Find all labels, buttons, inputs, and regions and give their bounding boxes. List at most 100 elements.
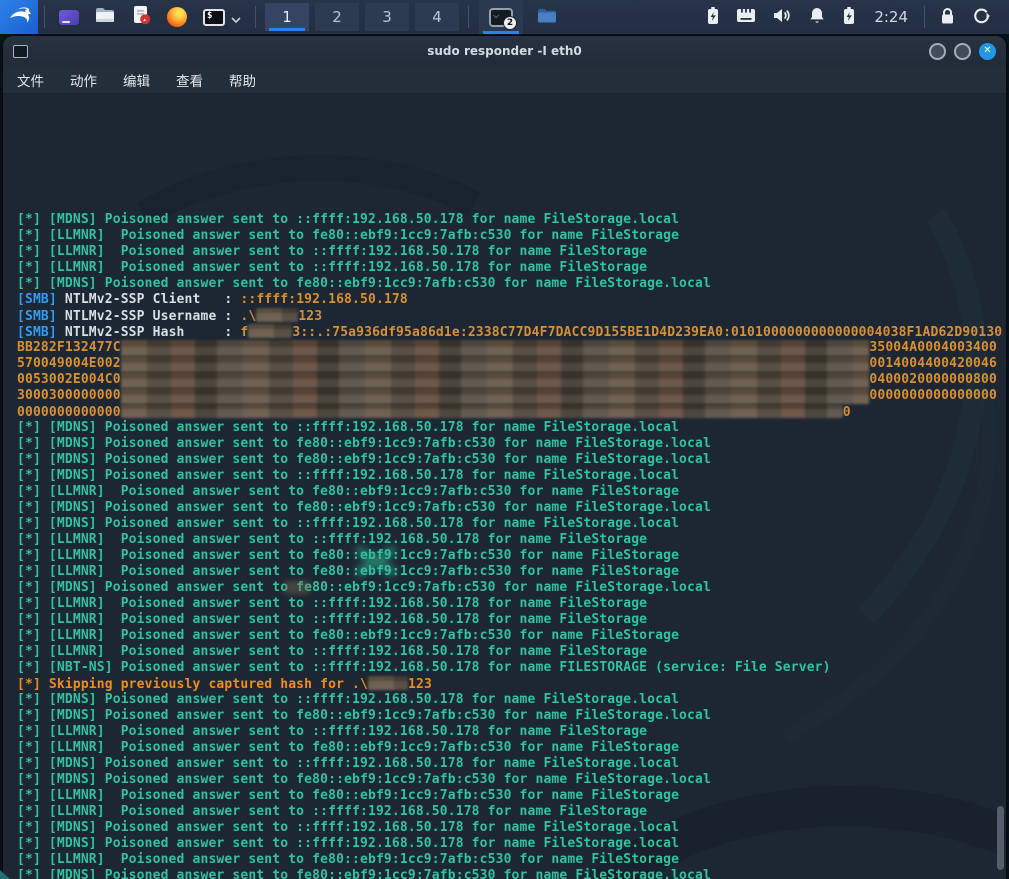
window-count-badge: 2 bbox=[503, 16, 517, 30]
terminal-text: [*] [LLMNR] Poisoned answer sent to ::ff… bbox=[17, 260, 647, 275]
menu-actions[interactable]: 动作 bbox=[70, 70, 97, 90]
window-title: sudo responder -I eth0 bbox=[3, 44, 1006, 58]
terminal-text: [*] [LLMNR] Poisoned answer sent to ::ff… bbox=[17, 724, 647, 739]
terminal-text: 570049004E002 bbox=[17, 356, 121, 372]
menu-view[interactable]: 查看 bbox=[176, 70, 203, 90]
terminal-line: [*] [LLMNR] Poisoned answer sent to fe80… bbox=[17, 788, 1006, 804]
applications-menu-button[interactable] bbox=[0, 0, 38, 34]
terminal-text: f bbox=[240, 325, 248, 340]
terminal-text: .\ bbox=[240, 309, 256, 324]
redaction-blur bbox=[121, 388, 870, 404]
terminal-line: [*] [MDNS] Poisoned answer sent to ::fff… bbox=[17, 756, 1006, 772]
terminal-line: [*] [LLMNR] Poisoned answer sent to fe80… bbox=[17, 484, 1006, 500]
terminal-text: BB282F132477C bbox=[17, 340, 121, 356]
workspace-1[interactable]: 1 bbox=[265, 3, 309, 31]
terminal-text: [*] [MDNS] Poisoned answer sent to fe80:… bbox=[17, 580, 711, 595]
terminal-line: [*] [LLMNR] Poisoned answer sent to fe80… bbox=[17, 852, 1006, 868]
workspace-3[interactable]: 3 bbox=[365, 3, 409, 31]
menu-file[interactable]: 文件 bbox=[17, 70, 44, 90]
panel-separator bbox=[924, 6, 925, 28]
menu-bar: 文件 动作 编辑 查看 帮助 bbox=[3, 66, 1006, 94]
taskbar-item-folder[interactable] bbox=[527, 0, 567, 34]
menu-help[interactable]: 帮助 bbox=[229, 70, 256, 90]
terminal-text: [*] [LLMNR] Poisoned answer sent to fe80… bbox=[17, 852, 679, 867]
notifications-indicator[interactable] bbox=[800, 0, 834, 34]
terminal-line: 570049004E0020014004400420046 bbox=[17, 356, 997, 372]
terminal-line: [*] [MDNS] Poisoned answer sent to ::fff… bbox=[17, 692, 1006, 708]
scrollbar-thumb[interactable] bbox=[997, 806, 1004, 870]
terminal-text: [*] [MDNS] Poisoned answer sent to fe80:… bbox=[17, 276, 711, 291]
terminal-text: [*] [LLMNR] Poisoned answer sent to fe80… bbox=[17, 228, 679, 243]
launcher-file-manager[interactable] bbox=[87, 0, 123, 34]
terminal-text: [*] [MDNS] Poisoned answer sent to ::fff… bbox=[17, 836, 679, 851]
terminal-line: [*] [MDNS] Poisoned answer sent to fe80:… bbox=[17, 580, 1006, 596]
window-app-icon bbox=[59, 10, 79, 25]
ethernet-icon bbox=[737, 8, 755, 27]
close-button[interactable]: ✕ bbox=[979, 43, 996, 60]
terminal-icon bbox=[203, 9, 225, 26]
power-manager-indicator[interactable] bbox=[834, 0, 864, 34]
launcher-text-editor[interactable] bbox=[123, 0, 159, 34]
terminal-line: 0053002E004C00400020000000800 bbox=[17, 372, 997, 388]
terminal-line: [*] [MDNS] Poisoned answer sent to ::fff… bbox=[17, 516, 1006, 532]
terminal-text: 0000000000000 bbox=[17, 405, 121, 420]
redaction-blur bbox=[368, 676, 408, 690]
terminal-text: [*] Skipping previously captured hash fo… bbox=[17, 677, 368, 692]
launcher-terminal[interactable] bbox=[195, 0, 249, 34]
lock-screen-button[interactable] bbox=[931, 0, 964, 34]
network-indicator[interactable] bbox=[728, 0, 764, 34]
terminal-text: [*] [LLMNR] Poisoned answer sent to ::ff… bbox=[17, 532, 647, 547]
terminal-text: [SMB] bbox=[17, 309, 57, 324]
maximize-button[interactable] bbox=[954, 43, 971, 60]
terminal-text: 123 bbox=[298, 309, 322, 324]
titlebar[interactable]: sudo responder -I eth0 ✕ bbox=[3, 36, 1006, 66]
launcher-app-window[interactable] bbox=[51, 0, 87, 34]
terminal-text: [*] [MDNS] Poisoned answer sent to fe80:… bbox=[17, 708, 711, 723]
terminal-text: [*] [MDNS] Poisoned answer sent to ::fff… bbox=[17, 692, 679, 707]
terminal-line: [*] [MDNS] Poisoned answer sent to ::fff… bbox=[17, 420, 1006, 436]
workspace-4[interactable]: 4 bbox=[415, 3, 459, 31]
firefox-icon bbox=[167, 7, 187, 27]
redaction-blur bbox=[248, 324, 292, 338]
terminal-text: [*] [LLMNR] Poisoned answer sent to ::ff… bbox=[17, 244, 647, 259]
panel-clock[interactable]: 2:24 bbox=[874, 8, 908, 26]
terminal-text: ::ffff:192.168.50.178 bbox=[240, 292, 408, 307]
redaction-blur bbox=[121, 340, 870, 356]
launcher-firefox[interactable] bbox=[159, 0, 195, 34]
workspace-2[interactable]: 2 bbox=[315, 3, 359, 31]
document-edit-icon bbox=[131, 5, 151, 29]
folder-icon bbox=[95, 7, 115, 27]
terminal-line: [*] [LLMNR] Poisoned answer sent to ::ff… bbox=[17, 612, 1006, 628]
terminal-text: [*] [MDNS] Poisoned answer sent to fe80:… bbox=[17, 772, 711, 787]
volume-indicator[interactable] bbox=[764, 0, 800, 34]
terminal-text: [*] [LLMNR] Poisoned answer sent to ::ff… bbox=[17, 644, 647, 659]
logout-button[interactable] bbox=[964, 0, 999, 34]
terminal-line: [*] [LLMNR] Poisoned answer sent to ::ff… bbox=[17, 644, 1006, 660]
terminal-text: [*] [LLMNR] Poisoned answer sent to ::ff… bbox=[17, 612, 647, 627]
terminal-text: [*] [LLMNR] Poisoned answer sent to fe80… bbox=[17, 788, 679, 803]
terminal-window: sudo responder -I eth0 ✕ 文件 动作 编辑 查看 帮助 … bbox=[3, 36, 1006, 879]
menu-edit[interactable]: 编辑 bbox=[123, 70, 150, 90]
minimize-button[interactable] bbox=[929, 43, 946, 60]
terminal-text: 0 bbox=[843, 405, 851, 420]
terminal-text: [*] [LLMNR] Poisoned answer sent to fe80… bbox=[17, 484, 679, 499]
terminal-text: [*] [LLMNR] Poisoned answer sent to fe80… bbox=[17, 628, 679, 643]
terminal-output[interactable]: [*] [MDNS] Poisoned answer sent to ::fff… bbox=[3, 94, 1006, 879]
terminal-line: [*] [LLMNR] Poisoned answer sent to ::ff… bbox=[17, 260, 1006, 276]
terminal-text: [*] [MDNS] Poisoned answer sent to ::fff… bbox=[17, 756, 679, 771]
terminal-line: [*] [MDNS] Poisoned answer sent to fe80:… bbox=[17, 276, 1006, 292]
panel-separator bbox=[44, 6, 45, 28]
terminal-text: [*] [MDNS] Poisoned answer sent to ::fff… bbox=[17, 212, 679, 227]
taskbar-item-terminal[interactable]: 2 bbox=[479, 0, 523, 34]
terminal-text: 3000300000000 bbox=[17, 388, 121, 404]
battery-indicator[interactable] bbox=[698, 0, 728, 34]
terminal-text: [SMB] bbox=[17, 325, 57, 340]
chevron-down-icon[interactable] bbox=[231, 8, 241, 27]
terminal-line: [*] [LLMNR] Poisoned answer sent to fe80… bbox=[17, 628, 1006, 644]
terminal-text: 0400020000000800 bbox=[869, 372, 997, 388]
terminal-window-icon: 2 bbox=[489, 8, 513, 27]
kali-logo-icon bbox=[7, 3, 31, 31]
terminal-line: [*] [MDNS] Poisoned answer sent to ::fff… bbox=[17, 820, 1006, 836]
terminal-text: [*] [MDNS] Poisoned answer sent to ::fff… bbox=[17, 420, 679, 435]
terminal-line: [*] [LLMNR] Poisoned answer sent to ::ff… bbox=[17, 596, 1006, 612]
